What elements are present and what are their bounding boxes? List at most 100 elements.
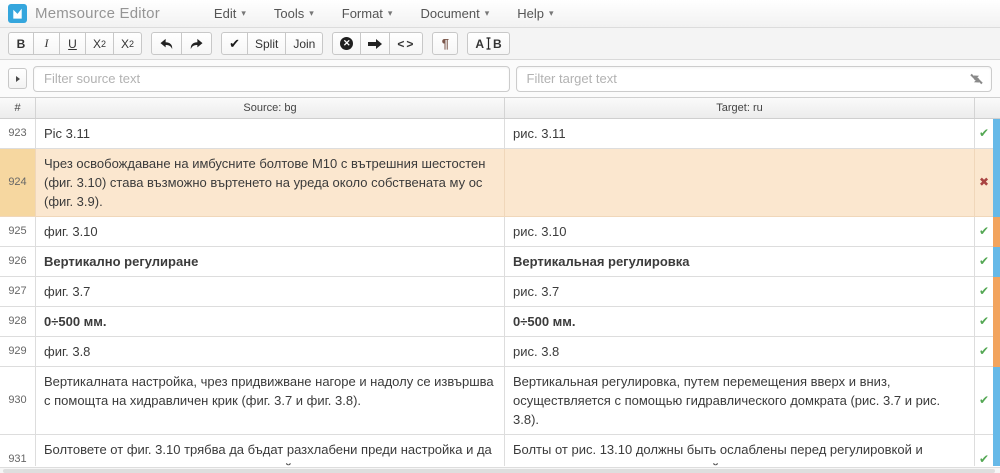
segment-status-icon[interactable]: ✔	[975, 247, 993, 277]
table-row[interactable]: 928 0÷500 мм. 0÷500 мм. ✔	[0, 307, 1000, 337]
grid-header: # Source: bg Target: ru	[0, 97, 1000, 119]
checkmark-icon: ✔	[229, 36, 240, 52]
menu-help[interactable]: Help ▾	[503, 2, 567, 25]
segment-number[interactable]: 923	[0, 119, 36, 149]
source-cell[interactable]: фиг. 3.8	[36, 337, 505, 367]
app-title: Memsource Editor	[35, 5, 160, 22]
column-header-source[interactable]: Source: bg	[36, 98, 505, 118]
horizontal-scrollbar[interactable]	[0, 467, 1000, 473]
join-button[interactable]: Join	[286, 32, 323, 55]
segment-status-icon[interactable]: ✔	[975, 277, 993, 307]
table-row[interactable]: 931 Болтовете от фиг. 3.10 трябва да бъд…	[0, 435, 1000, 466]
target-cell[interactable]: рис. 3.11	[505, 119, 975, 149]
angle-brackets-icon: <>	[397, 37, 415, 51]
copy-tags-group: ✕ <>	[332, 32, 423, 55]
target-cell[interactable]: Вертикальная регулировка	[505, 247, 975, 277]
scrollbar-thumb[interactable]	[3, 469, 995, 473]
table-row[interactable]: 927 фиг. 3.7 рис. 3.7 ✔	[0, 277, 1000, 307]
copy-source-to-target-button[interactable]	[361, 32, 390, 55]
whitespace-group: ¶	[432, 32, 458, 55]
target-cell[interactable]: Болты от рис. 13.10 должны быть ослаблен…	[505, 435, 975, 466]
target-filter-input[interactable]	[516, 66, 993, 92]
segment-status-icon[interactable]: ✔	[975, 307, 993, 337]
segment-number[interactable]: 929	[0, 337, 36, 367]
origin-strip	[993, 149, 1000, 217]
target-filter-wrap	[516, 66, 993, 92]
segment-number[interactable]: 927	[0, 277, 36, 307]
segment-number[interactable]: 930	[0, 367, 36, 435]
source-cell[interactable]: Pic 3.11	[36, 119, 505, 149]
table-row[interactable]: 926 Вертикално регулиране Вертикальная р…	[0, 247, 1000, 277]
segment-status-icon[interactable]: ✔	[975, 367, 993, 435]
segment-number[interactable]: 924	[0, 149, 36, 217]
chevron-down-icon: ▾	[549, 8, 554, 19]
insert-tag-button[interactable]: <>	[390, 32, 423, 55]
table-row[interactable]: 929 фиг. 3.8 рис. 3.8 ✔	[0, 337, 1000, 367]
chevron-down-icon: ▾	[241, 8, 246, 19]
menu-tools[interactable]: Tools ▾	[260, 2, 328, 25]
subscript-button[interactable]: X2	[86, 32, 114, 55]
split-button[interactable]: Split	[248, 32, 286, 55]
table-row[interactable]: 924 Чрез освобождаване на имбусните болт…	[0, 149, 1000, 217]
toggle-whitespace-button[interactable]: ¶	[432, 32, 458, 55]
target-cell[interactable]	[505, 149, 975, 217]
segment-number[interactable]: 931	[0, 435, 36, 466]
superscript-button[interactable]: X2	[114, 32, 142, 55]
swap-arrows-icon[interactable]	[968, 72, 985, 91]
target-cell[interactable]: рис. 3.8	[505, 337, 975, 367]
confirm-segment-button[interactable]: ✔	[221, 32, 248, 55]
segment-status-icon[interactable]: ✔	[975, 217, 993, 247]
segment-number[interactable]: 926	[0, 247, 36, 277]
chevron-down-icon: ▾	[309, 8, 314, 19]
segment-number[interactable]: 928	[0, 307, 36, 337]
origin-strip	[993, 435, 1000, 466]
undo-redo-group	[151, 32, 212, 55]
undo-button[interactable]	[151, 32, 182, 55]
ab-group: A B	[467, 32, 509, 55]
right-arrow-icon	[368, 39, 382, 49]
chevron-down-icon: ▾	[388, 8, 393, 19]
source-cell[interactable]: Болтовете от фиг. 3.10 трябва да бъдат р…	[36, 435, 505, 466]
source-cell[interactable]: Вертикално регулиране	[36, 247, 505, 277]
segment-status-icon[interactable]: ✖	[975, 149, 993, 217]
redo-button[interactable]	[182, 32, 212, 55]
segment-status-icon[interactable]: ✔	[975, 435, 993, 466]
column-header-target[interactable]: Target: ru	[505, 98, 975, 118]
target-cell[interactable]: 0÷500 мм.	[505, 307, 975, 337]
menu-format[interactable]: Format ▾	[328, 2, 407, 25]
segment-number[interactable]: 925	[0, 217, 36, 247]
source-cell[interactable]: Чрез освобождаване на имбусните болтове …	[36, 149, 505, 217]
text-cursor-ab-button[interactable]: A B	[467, 32, 509, 55]
segment-status-icon[interactable]: ✔	[975, 119, 993, 149]
target-cell[interactable]: Вертикальная регулировка, путем перемеще…	[505, 367, 975, 435]
menu-document[interactable]: Document ▾	[406, 2, 503, 25]
target-cell[interactable]: рис. 3.7	[505, 277, 975, 307]
origin-strip	[993, 337, 1000, 367]
underline-button[interactable]: U	[60, 32, 86, 55]
source-cell[interactable]: фиг. 3.7	[36, 277, 505, 307]
text-style-group: B I U X2 X2	[8, 32, 142, 55]
segment-rows: 923 Pic 3.11 рис. 3.11 ✔ 924 Чрез освобо…	[0, 119, 1000, 466]
filter-options-button[interactable]	[8, 68, 27, 89]
source-cell[interactable]: 0÷500 мм.	[36, 307, 505, 337]
circle-x-icon: ✕	[340, 37, 353, 50]
italic-button[interactable]: I	[34, 32, 60, 55]
segment-edit-group: ✔ Split Join	[221, 32, 323, 55]
table-row[interactable]: 923 Pic 3.11 рис. 3.11 ✔	[0, 119, 1000, 149]
source-cell[interactable]: Вертикалната настройка, чрез придвижване…	[36, 367, 505, 435]
source-filter-input[interactable]	[33, 66, 510, 92]
filter-bar	[0, 60, 1000, 97]
text-cursor-icon	[485, 37, 492, 50]
table-row[interactable]: 925 фиг. 3.10 рис. 3.10 ✔	[0, 217, 1000, 247]
column-header-number: #	[0, 98, 36, 118]
delete-target-button[interactable]: ✕	[332, 32, 361, 55]
table-row[interactable]: 930 Вертикалната настройка, чрез придвиж…	[0, 367, 1000, 435]
source-cell[interactable]: фиг. 3.10	[36, 217, 505, 247]
column-header-status	[975, 98, 1000, 118]
segment-status-icon[interactable]: ✔	[975, 337, 993, 367]
target-cell[interactable]: рис. 3.10	[505, 217, 975, 247]
menu-edit[interactable]: Edit ▾	[200, 2, 260, 25]
bold-button[interactable]: B	[8, 32, 34, 55]
menu-bar: Memsource Editor Edit ▾ Tools ▾ Format ▾…	[0, 0, 1000, 28]
origin-strip	[993, 217, 1000, 247]
